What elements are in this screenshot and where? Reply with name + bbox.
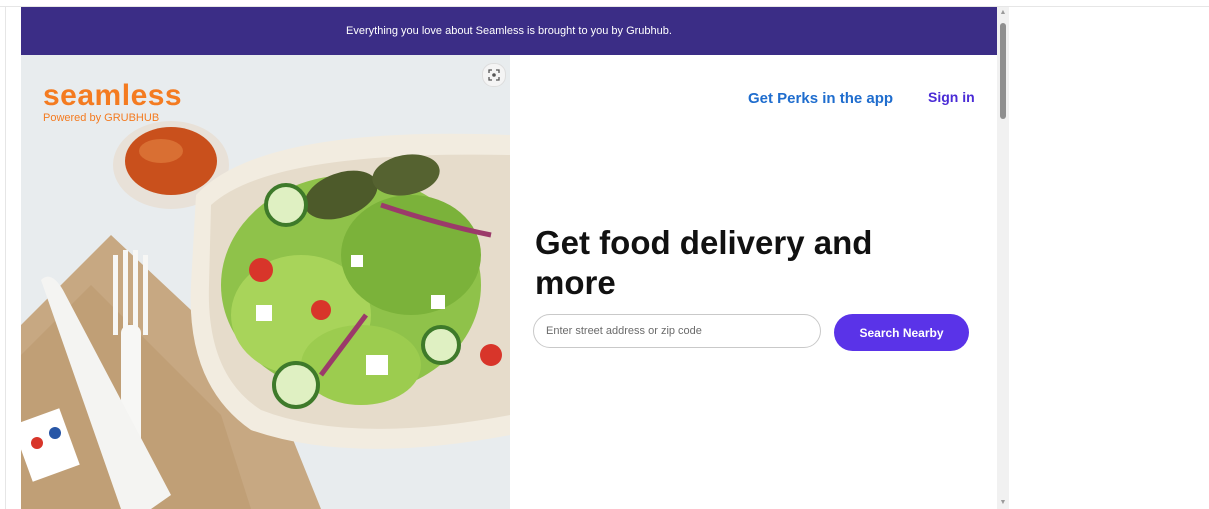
logo-wordmark: seamless — [43, 79, 183, 112]
scroll-down-icon[interactable]: ▼ — [999, 499, 1007, 507]
logo-tagline: Powered by GRUBHUB — [43, 112, 160, 124]
hero-content-panel: Get Perks in the app Sign in Get food de… — [510, 55, 997, 509]
seamless-logo[interactable]: seamless Powered by GRUBHUB — [43, 79, 183, 125]
vertical-scrollbar[interactable]: ▲ ▼ — [997, 7, 1009, 509]
page-viewport: Everything you love about Seamless is br… — [21, 7, 997, 509]
grubhub-banner: Everything you love about Seamless is br… — [21, 7, 997, 55]
sign-in-link[interactable]: Sign in — [928, 89, 975, 105]
address-input[interactable] — [533, 314, 821, 348]
scroll-up-icon[interactable]: ▲ — [999, 9, 1007, 17]
page-headline: Get food delivery and more — [535, 224, 873, 301]
scrollbar-thumb[interactable] — [1000, 23, 1006, 119]
search-nearby-button[interactable]: Search Nearby — [834, 314, 969, 351]
get-perks-link[interactable]: Get Perks in the app — [748, 90, 893, 107]
expand-icon — [488, 69, 500, 81]
banner-text: Everything you love about Seamless is br… — [346, 25, 672, 37]
frame-left-border — [5, 6, 6, 509]
image-expand-button[interactable] — [482, 63, 506, 87]
